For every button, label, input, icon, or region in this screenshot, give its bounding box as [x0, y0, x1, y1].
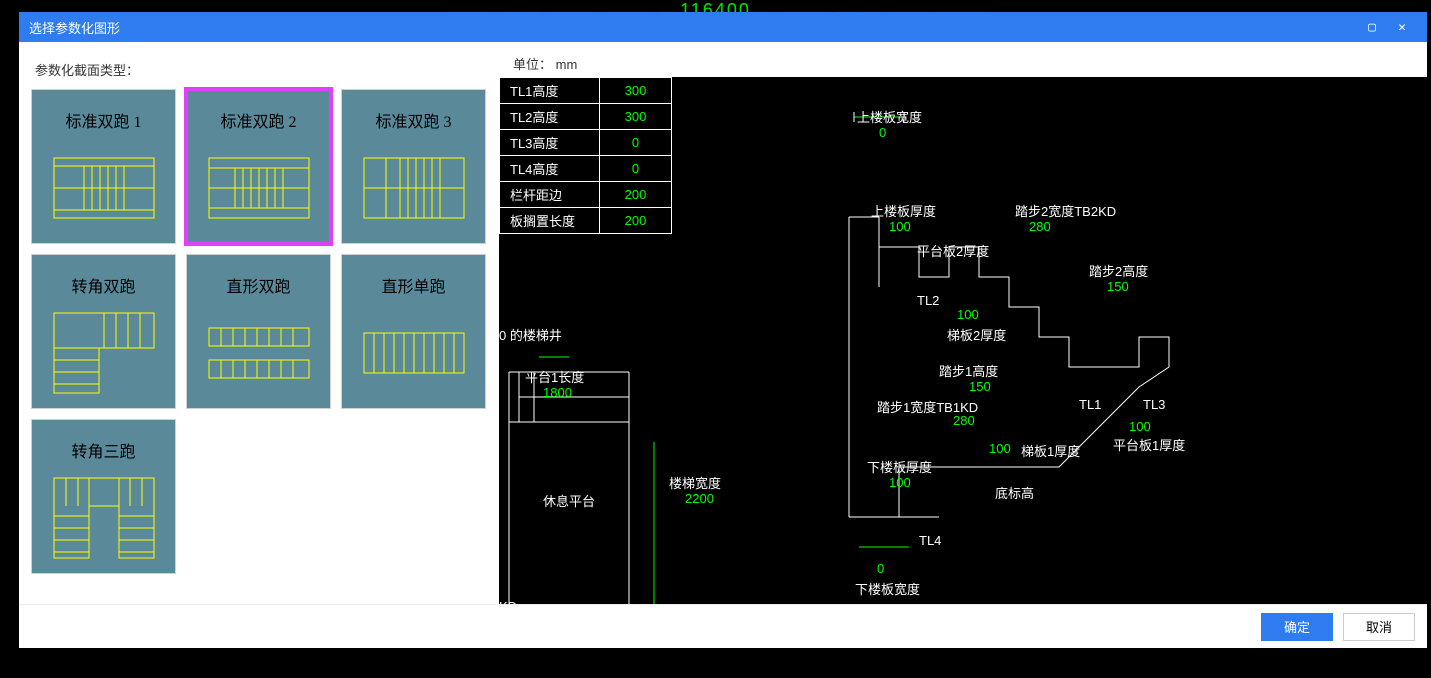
- tile-1[interactable]: 标准双跑 2: [186, 89, 331, 244]
- tile-sketch: [209, 132, 309, 243]
- up-slab-t-label: 上楼板厚度: [871, 201, 936, 220]
- kd-label: KD: [499, 599, 517, 604]
- slab2t-value: 100: [957, 307, 979, 322]
- plat1-len-label: 平台1长度: [525, 367, 584, 386]
- gallery-panel: 参数化截面类型： 标准双跑 1 标准双跑 2 标准双跑 3 转角双跑 直形双跑 …: [19, 42, 499, 604]
- titlebar[interactable]: 选择参数化图形 ▢ ✕: [19, 12, 1427, 42]
- param-value[interactable]: 0: [600, 156, 672, 182]
- param-row: TL1高度300: [500, 78, 672, 104]
- up-slab-w-value: 0: [879, 125, 886, 140]
- tile-4[interactable]: 直形双跑: [186, 254, 331, 409]
- dialog-title: 选择参数化图形: [29, 18, 120, 37]
- tl1: TL1: [1079, 397, 1101, 412]
- tile-sketch: [364, 297, 464, 408]
- plan-sketch: [499, 262, 749, 604]
- tile-6[interactable]: 转角三跑: [31, 419, 176, 574]
- tl3: TL3: [1143, 397, 1165, 412]
- maximize-icon[interactable]: ▢: [1357, 20, 1387, 35]
- param-row: TL3高度0: [500, 130, 672, 156]
- tb2w-value: 280: [1029, 219, 1051, 234]
- plat2t-label: 平台板2厚度: [917, 241, 989, 260]
- param-row: TL4高度0: [500, 156, 672, 182]
- param-name: 栏杆距边: [500, 182, 600, 208]
- param-name: TL4高度: [500, 156, 600, 182]
- tile-sketch: [54, 132, 154, 243]
- param-row: TL2高度300: [500, 104, 672, 130]
- param-name: TL1高度: [500, 78, 600, 104]
- tile-label: 直形单跑: [381, 273, 445, 297]
- dialog-footer: 确定 取消: [19, 604, 1427, 648]
- param-name: TL3高度: [500, 130, 600, 156]
- tile-label: 标准双跑 2: [220, 108, 296, 132]
- close-icon[interactable]: ✕: [1387, 20, 1417, 35]
- param-table: TL1高度300TL2高度300TL3高度0TL4高度0栏杆距边200板搁置长度…: [499, 77, 672, 234]
- tb2h-value: 150: [1107, 279, 1129, 294]
- param-value[interactable]: 300: [600, 78, 672, 104]
- param-row: 栏杆距边200: [500, 182, 672, 208]
- parametric-dialog: 选择参数化图形 ▢ ✕ 参数化截面类型： 标准双跑 1 标准双跑 2 标准双跑 …: [19, 12, 1427, 648]
- tile-label: 转角双跑: [71, 273, 135, 297]
- cancel-button[interactable]: 取消: [1343, 613, 1415, 641]
- tile-0[interactable]: 标准双跑 1: [31, 89, 176, 244]
- tile-3[interactable]: 转角双跑: [31, 254, 176, 409]
- tile-sketch: [54, 462, 154, 573]
- param-name: 板搁置长度: [500, 208, 600, 234]
- param-name: TL2高度: [500, 104, 600, 130]
- param-value[interactable]: 200: [600, 182, 672, 208]
- low-slab-t-value: 100: [889, 475, 911, 490]
- tile-sketch: [54, 297, 154, 408]
- stair-width-label: 楼梯宽度: [669, 473, 721, 492]
- section-sketch: [839, 87, 1399, 604]
- tile-2[interactable]: 标准双跑 3: [341, 89, 486, 244]
- cad-preview[interactable]: TL1高度300TL2高度300TL3高度0TL4高度0栏杆距边200板搁置长度…: [499, 77, 1427, 604]
- low-slab-t-label: 下楼板厚度: [867, 457, 932, 476]
- unit-label: 单位： mm: [513, 54, 1427, 73]
- slab1t-label: 梯板1厚度: [1021, 441, 1080, 460]
- tile-label: 标准双跑 3: [375, 108, 451, 132]
- param-value[interactable]: 200: [600, 208, 672, 234]
- param-value[interactable]: 0: [600, 130, 672, 156]
- tb1h-label: 踏步1高度: [939, 361, 998, 380]
- gallery-grid: 标准双跑 1 标准双跑 2 标准双跑 3 转角双跑 直形双跑 直形单跑 转角三跑: [31, 89, 487, 592]
- tile-sketch: [209, 297, 309, 408]
- param-value[interactable]: 300: [600, 104, 672, 130]
- gallery-caption: 参数化截面类型：: [35, 60, 487, 79]
- low-slab-w-label: 下楼板宽度: [855, 579, 920, 598]
- tb2w-label: 踏步2宽度TB2KD: [1015, 201, 1116, 220]
- plat1t-value: 100: [1129, 419, 1151, 434]
- up-slab-w-label: 上楼板宽度: [857, 107, 922, 126]
- rest-platform: 休息平台: [543, 491, 595, 510]
- tile-sketch: [364, 132, 464, 243]
- stair-width-value: 2200: [685, 491, 714, 506]
- tile-label: 转角三跑: [71, 438, 135, 462]
- slab2t-label: 梯板2厚度: [947, 325, 1006, 344]
- tb2h-label: 踏步2高度: [1089, 261, 1148, 280]
- low-slab-w-value: 0: [877, 561, 884, 576]
- stairwell-hint: 0 的楼梯井: [499, 325, 562, 344]
- tl4: TL4: [919, 533, 941, 548]
- tile-label: 标准双跑 1: [65, 108, 141, 132]
- preview-panel: 单位： mm TL1高度300TL2高度300TL3高度0TL4高度0栏杆距边2…: [499, 42, 1427, 604]
- tb1h-value: 150: [969, 379, 991, 394]
- tile-label: 直形双跑: [226, 273, 290, 297]
- plat1t-label: 平台板1厚度: [1113, 435, 1185, 454]
- ok-button[interactable]: 确定: [1261, 613, 1333, 641]
- up-slab-t-value: 100: [889, 219, 911, 234]
- plat1-len-value: 1800: [543, 385, 572, 400]
- tb1w-value: 280: [953, 413, 975, 428]
- tile-5[interactable]: 直形单跑: [341, 254, 486, 409]
- slab1t-value: 100: [989, 441, 1011, 456]
- tl2: TL2: [917, 293, 939, 308]
- baseh-label: 底标高: [995, 483, 1034, 502]
- param-row: 板搁置长度200: [500, 208, 672, 234]
